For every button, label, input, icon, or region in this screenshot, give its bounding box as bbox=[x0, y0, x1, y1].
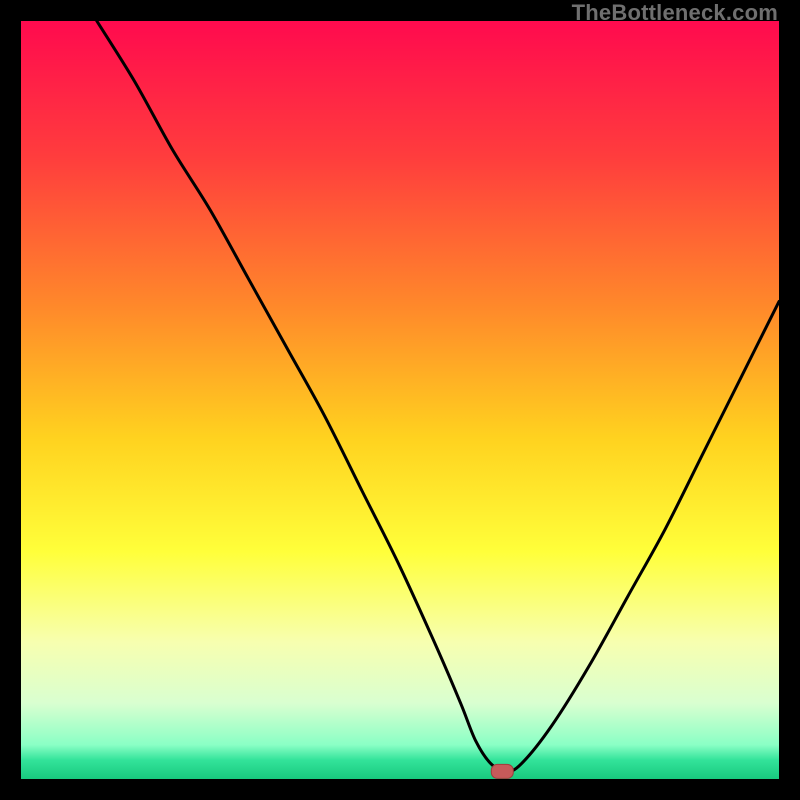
plot-area bbox=[21, 21, 779, 779]
gradient-background bbox=[21, 21, 779, 779]
bottleneck-chart bbox=[21, 21, 779, 779]
chart-frame: TheBottleneck.com bbox=[0, 0, 800, 800]
optimal-point-marker bbox=[491, 764, 513, 778]
